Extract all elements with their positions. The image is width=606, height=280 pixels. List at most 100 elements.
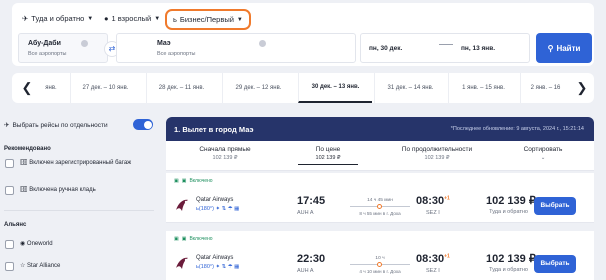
sort-by-duration[interactable]: По продолжительности 102 139 ₽ — [392, 146, 482, 161]
flight-duration: 10 ч — [375, 256, 385, 261]
date-tab[interactable]: 29 дек. – 12 янв. — [222, 73, 294, 103]
date-tab-label: 29 дек. – 12 янв. — [235, 85, 282, 91]
date-tab-selected[interactable]: 30 дек. – 13 янв. — [298, 73, 372, 103]
badge-label: Включено — [189, 178, 213, 184]
meal-icon: ✦ ⇅ ☂ ▦ — [215, 264, 240, 270]
seat-recline: (180°) — [198, 206, 214, 212]
oneworld-label: ◉ Oneworld — [20, 240, 150, 248]
airline-name: Qatar Airways — [196, 255, 234, 261]
flight-card[interactable]: ▣ ▣ Включено Qatar Airways ь(180°) ✦ ⇅ ☂ … — [166, 231, 594, 280]
date-tab[interactable]: 1 янв. – 15 янв. — [448, 73, 518, 103]
chevron-down-icon: ▼ — [236, 16, 243, 23]
stop-info: 8 ч 55 мин в г. Доха — [359, 211, 401, 216]
passengers-label: 1 взрослый — [111, 14, 152, 23]
price-note: Туда и обратно — [489, 209, 528, 215]
separate-flights-toggle[interactable] — [133, 119, 153, 130]
arrive-time-text: 08:30 — [416, 195, 445, 207]
sort-price: 102 139 ₽ — [212, 155, 238, 161]
alliance-heading: Альянс — [4, 222, 27, 228]
date-strip: ❮ янв. 27 дек. – 10 янв. 28 дек. – 11 ян… — [12, 73, 594, 103]
date-tab-label: 2 янв. – 16 — [530, 85, 561, 91]
date-tab[interactable]: 31 дек. – 14 янв. — [374, 73, 446, 103]
origin-city: Абу-Даби — [28, 40, 61, 47]
chevron-left-icon[interactable]: ❮ — [18, 79, 36, 97]
date-tab-label: 28 дек. – 11 янв. — [158, 85, 205, 91]
checked-baggage-text: Включен зарегистрированный багаж — [29, 160, 132, 166]
clear-destination-icon[interactable] — [259, 40, 266, 47]
date-tab[interactable]: янв. — [38, 73, 64, 103]
arrive-time: 08:30+1 — [416, 195, 450, 207]
star-icon: ☆ — [20, 263, 28, 269]
oneworld-text: Oneworld — [26, 241, 53, 247]
sort-dropdown[interactable]: Сортировать ⌄ — [508, 146, 578, 161]
chevron-down-icon: ▼ — [87, 15, 94, 22]
amenities: ь(180°) ✦ ⇅ ☂ ▦ — [196, 206, 239, 212]
checkbox-checked-baggage[interactable] — [5, 159, 14, 168]
qatar-airways-logo — [176, 257, 188, 269]
arrive-time: 08:30+1 — [416, 253, 450, 265]
find-label: Найти — [556, 43, 581, 53]
sort-price: 102 139 ₽ — [424, 155, 450, 161]
destination-sub: Все аэропорты — [157, 51, 196, 57]
cabin-class-select[interactable]: ь Бизнес/Первый ▼ — [165, 9, 251, 30]
chevron-down-icon: ▼ — [154, 15, 161, 22]
dates-field[interactable]: пн, 30 дек. пн, 13 янв. — [360, 33, 530, 63]
clear-origin-icon[interactable] — [81, 40, 88, 47]
date-tab-label: 31 дек. – 14 янв. — [387, 85, 434, 91]
bag-icon: ▣ — [181, 178, 187, 184]
flight-card[interactable]: ▣ ▣ Включено Qatar Airways ь(180°) ✦ ⇅ ☂ … — [166, 173, 594, 223]
date-tab[interactable]: 27 дек. – 10 янв. — [70, 73, 140, 103]
qatar-airways-logo — [176, 199, 188, 211]
find-button[interactable]: ⚲ Найти — [536, 33, 592, 63]
price-note: Туда и обратно — [489, 267, 528, 273]
baggage-icon: ▣ — [174, 178, 179, 184]
checkbox-oneworld[interactable] — [5, 240, 14, 249]
results-header: 1. Вылет в город Маэ *Последнее обновлен… — [166, 117, 594, 141]
depart-airport: AUH A — [297, 210, 314, 216]
separate-flights-row: ✈ Выбрать рейсы по отдельности — [4, 121, 108, 130]
search-panel: ✈ Туда и обратно ▼ ● 1 взрослый ▼ ь Бизн… — [12, 3, 594, 66]
seat-recline: (180°) — [198, 264, 214, 270]
bag-icon: ▣ — [181, 236, 187, 242]
arrive-day-offset: +1 — [444, 253, 450, 260]
stop-marker — [377, 204, 382, 209]
checkbox-hand-luggage[interactable] — [5, 186, 14, 195]
included-badge: ▣ ▣ Включено — [174, 178, 213, 184]
sort-label: Сортировать — [523, 146, 563, 153]
arrive-airport: SEZ I — [426, 210, 440, 216]
seat-icon: ь — [173, 15, 177, 24]
plane-icon: ✈ — [22, 14, 29, 23]
divider — [4, 210, 154, 211]
select-button[interactable]: Выбрать — [534, 255, 576, 273]
depart-date: пн, 30 дек. — [369, 45, 403, 52]
date-tab[interactable]: 28 дек. – 11 янв. — [146, 73, 216, 103]
select-button[interactable]: Выбрать — [534, 197, 576, 215]
checked-baggage-label: 🗄 Включен зарегистрированный багаж — [20, 159, 150, 167]
cabin-class-label: Бизнес/Первый — [179, 15, 234, 24]
star-alliance-label: ☆ Star Alliance — [20, 262, 150, 270]
included-badge: ▣ ▣ Включено — [174, 236, 213, 242]
date-tab-label: 1 янв. – 15 янв. — [462, 85, 505, 91]
oneworld-icon: ◉ — [20, 241, 27, 247]
badge-label: Включено — [189, 236, 213, 242]
flight-duration: 14 ч 45 мин — [367, 198, 393, 203]
origin-sub: Все аэропорты — [28, 51, 67, 57]
sort-by-price[interactable]: По цене 102 139 ₽ — [298, 146, 358, 165]
chevron-down-icon: ⌄ — [540, 155, 546, 161]
sort-price: 102 139 ₽ — [315, 155, 341, 161]
sort-direct-first[interactable]: Сначала прямые 102 139 ₽ — [180, 146, 270, 161]
hand-luggage-text: Включена ручная кладь — [29, 187, 96, 193]
destination-field[interactable]: Маэ Все аэропорты — [116, 33, 356, 63]
date-tab[interactable]: 2 янв. – 16 — [520, 73, 570, 103]
chevron-right-icon[interactable]: ❯ — [573, 79, 591, 97]
person-icon: ● — [104, 14, 109, 23]
passengers-select[interactable]: ● 1 взрослый ▼ — [104, 14, 160, 23]
star-alliance-text: Star Alliance — [27, 263, 61, 269]
airline-name: Qatar Airways — [196, 197, 234, 203]
arrive-time-text: 08:30 — [416, 253, 445, 265]
date-separator — [439, 44, 453, 45]
trip-type-select[interactable]: ✈ Туда и обратно ▼ — [22, 14, 93, 23]
checkbox-star-alliance[interactable] — [5, 262, 14, 271]
origin-field[interactable]: Абу-Даби Все аэропорты — [18, 33, 108, 63]
meal-icon: ✦ ⇅ ☂ ▦ — [215, 206, 240, 212]
